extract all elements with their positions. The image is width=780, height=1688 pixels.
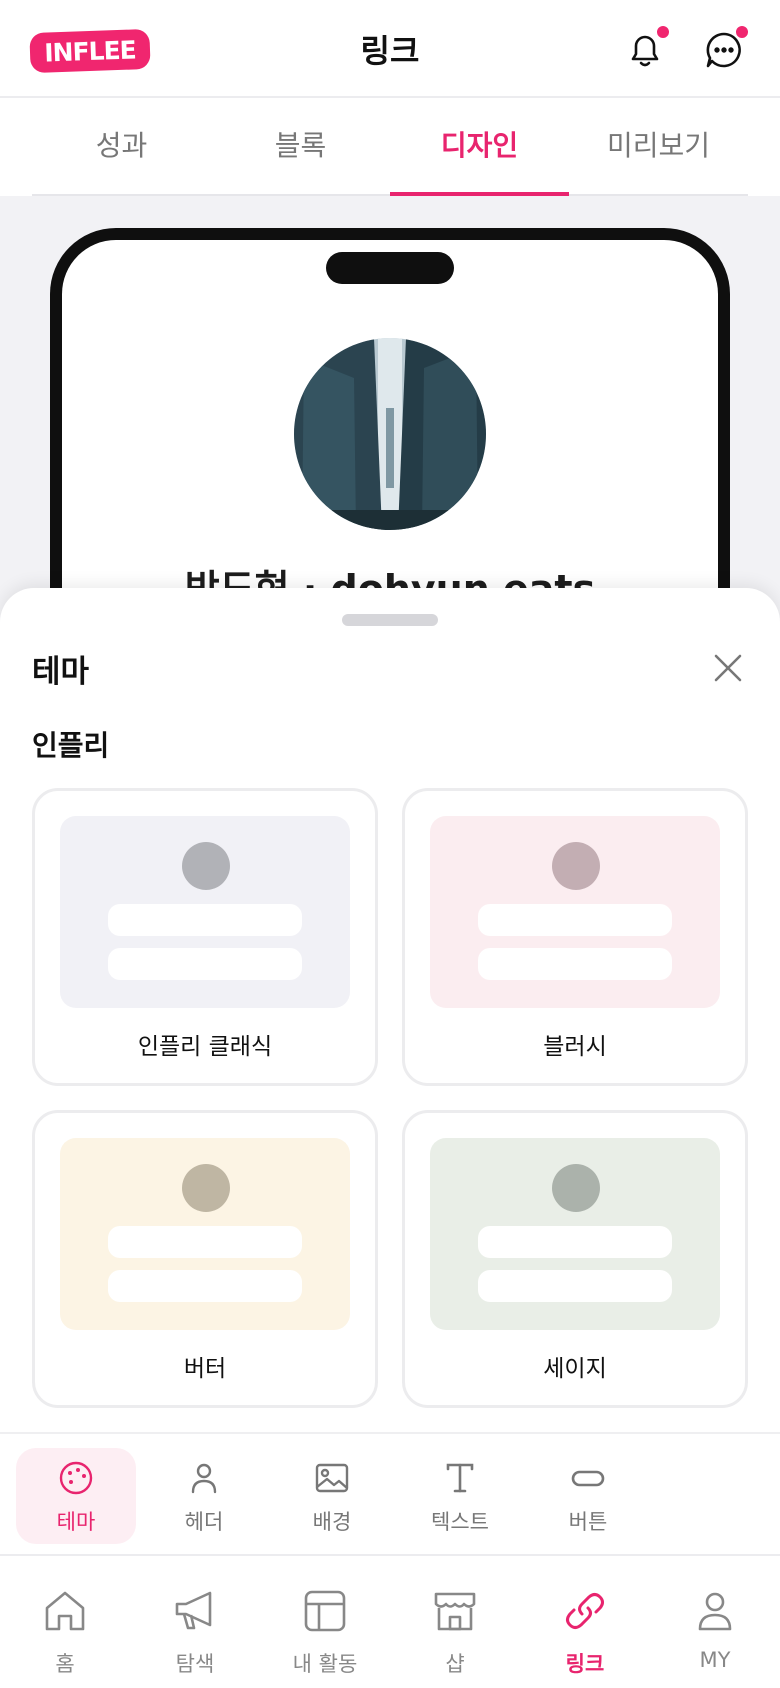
button-shape-icon bbox=[571, 1470, 605, 1487]
nav-label: 탐색 bbox=[175, 1652, 215, 1676]
theme-card-classic[interactable]: 인플리 클래식 bbox=[32, 788, 378, 1086]
tool-label: 테마 bbox=[56, 1510, 96, 1534]
image-icon bbox=[315, 1463, 349, 1493]
tool-theme[interactable]: 테마 bbox=[16, 1448, 136, 1544]
page-title: 링크 bbox=[360, 32, 420, 70]
thumbnail-avatar bbox=[182, 842, 230, 890]
section-title: 인플리 bbox=[32, 729, 110, 762]
nav-shop[interactable]: 샵 bbox=[390, 1556, 520, 1688]
theme-thumbnail bbox=[60, 1138, 350, 1330]
tab-blocks[interactable]: 블록 bbox=[211, 98, 390, 194]
tab-design[interactable]: 디자인 bbox=[390, 98, 569, 196]
home-icon bbox=[45, 1591, 85, 1631]
notification-badge bbox=[655, 24, 671, 40]
layout-icon bbox=[304, 1590, 346, 1632]
nav-home[interactable]: 홈 bbox=[0, 1556, 130, 1688]
nav-label: 샵 bbox=[445, 1652, 465, 1676]
tool-button[interactable]: 버튼 bbox=[528, 1448, 648, 1544]
thumbnail-bar bbox=[478, 948, 672, 980]
link-icon bbox=[566, 1593, 604, 1629]
tab-performance[interactable]: 성과 bbox=[32, 98, 211, 194]
chat-badge bbox=[734, 24, 750, 40]
theme-name: 세이지 bbox=[543, 1356, 607, 1382]
theme-thumbnail bbox=[430, 816, 720, 1008]
nav-label: 링크 bbox=[565, 1652, 605, 1676]
design-toolbar: 테마 헤더 배경 텍스트 버튼 bbox=[0, 1432, 780, 1554]
nav-link[interactable]: 링크 bbox=[520, 1556, 650, 1688]
megaphone-icon bbox=[175, 1591, 212, 1630]
chat-icon[interactable] bbox=[702, 24, 750, 72]
tool-label: 버튼 bbox=[568, 1510, 608, 1534]
phone-notch bbox=[326, 252, 454, 284]
tool-label: 헤더 bbox=[184, 1510, 224, 1534]
close-icon[interactable] bbox=[710, 650, 746, 686]
sheet-drag-handle[interactable] bbox=[342, 614, 438, 626]
nav-label: 홈 bbox=[55, 1652, 75, 1676]
palette-icon bbox=[59, 1461, 93, 1495]
theme-thumbnail bbox=[430, 1138, 720, 1330]
tool-label: 텍스트 bbox=[431, 1510, 489, 1534]
sheet-title: 테마 bbox=[32, 654, 90, 690]
theme-name: 블러시 bbox=[543, 1034, 607, 1060]
theme-card-butter[interactable]: 버터 bbox=[32, 1110, 378, 1408]
user-icon bbox=[698, 1592, 732, 1631]
person-icon bbox=[191, 1463, 217, 1494]
thumbnail-avatar bbox=[182, 1164, 230, 1212]
tool-text[interactable]: 텍스트 bbox=[400, 1448, 520, 1544]
thumbnail-avatar bbox=[552, 842, 600, 890]
thumbnail-bar bbox=[108, 1270, 302, 1302]
thumbnail-bar bbox=[108, 948, 302, 980]
nav-explore[interactable]: 탐색 bbox=[130, 1556, 260, 1688]
tab-preview[interactable]: 미리보기 bbox=[569, 98, 748, 194]
nav-label: 내 활동 bbox=[292, 1652, 358, 1676]
tool-header[interactable]: 헤더 bbox=[144, 1448, 264, 1544]
theme-name: 버터 bbox=[183, 1356, 227, 1382]
theme-name: 인플리 클래식 bbox=[137, 1034, 273, 1060]
nav-my-activity[interactable]: 내 활동 bbox=[260, 1556, 390, 1688]
thumbnail-bar bbox=[478, 904, 672, 936]
thumbnail-bar bbox=[478, 1226, 672, 1258]
tool-background[interactable]: 배경 bbox=[272, 1448, 392, 1544]
thumbnail-avatar bbox=[552, 1164, 600, 1212]
thumbnail-bar bbox=[108, 1226, 302, 1258]
notification-bell-icon[interactable] bbox=[623, 24, 671, 72]
inflee-logo[interactable]: INFLEE bbox=[29, 28, 151, 74]
text-icon bbox=[446, 1463, 474, 1493]
bottom-navigation: 홈 탐색 내 활동 샵 링크 MY bbox=[0, 1554, 780, 1688]
shop-icon bbox=[434, 1592, 476, 1631]
theme-card-blush[interactable]: 블러시 bbox=[402, 788, 748, 1086]
top-header: INFLEE 링크 bbox=[0, 0, 780, 98]
link-tabs: 성과 블록 디자인 미리보기 bbox=[0, 98, 780, 196]
profile-avatar bbox=[294, 338, 486, 530]
thumbnail-bar bbox=[478, 1270, 672, 1302]
nav-my[interactable]: MY bbox=[650, 1556, 780, 1688]
theme-thumbnail bbox=[60, 816, 350, 1008]
tool-label: 배경 bbox=[312, 1510, 352, 1534]
nav-label: MY bbox=[699, 1648, 731, 1672]
thumbnail-bar bbox=[108, 904, 302, 936]
theme-card-sage[interactable]: 세이지 bbox=[402, 1110, 748, 1408]
